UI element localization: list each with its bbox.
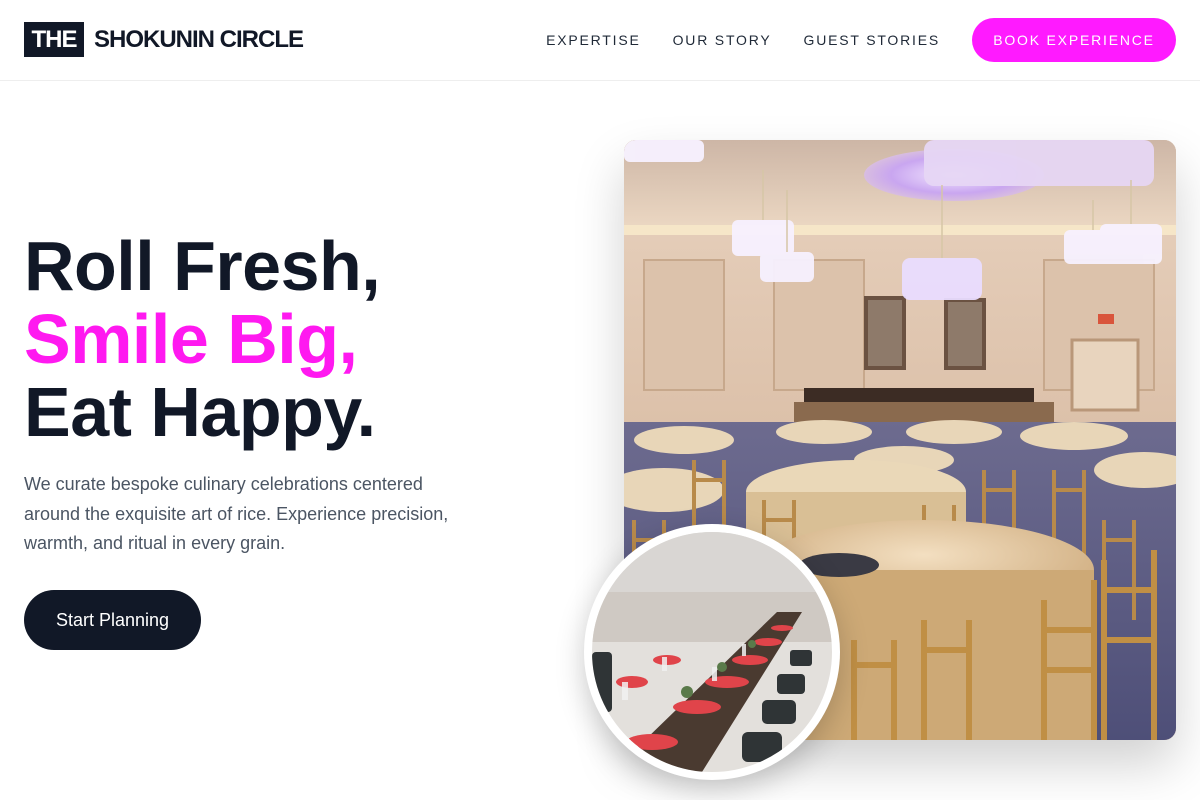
- headline-line-3: Eat Happy.: [24, 373, 376, 451]
- start-planning-button[interactable]: Start Planning: [24, 590, 201, 650]
- hero-headline: Roll Fresh, Smile Big, Eat Happy.: [24, 227, 381, 451]
- brand-logo[interactable]: THE SHOKUNIN CIRCLE: [24, 22, 304, 57]
- main-nav: EXPERTISE OUR STORY GUEST STORIES BOOK E…: [546, 18, 1176, 62]
- nav-link-expertise[interactable]: EXPERTISE: [546, 32, 641, 48]
- headline-line-1: Roll Fresh,: [24, 227, 381, 305]
- headline-line-2: Smile Big,: [24, 300, 358, 378]
- nav-link-our-story[interactable]: OUR STORY: [673, 32, 772, 48]
- site-header: THE SHOKUNIN CIRCLE EXPERTISE OUR STORY …: [0, 0, 1200, 81]
- logo-mark: THE: [24, 22, 84, 57]
- hero-description: We curate bespoke culinary celebrations …: [24, 474, 449, 553]
- book-experience-button[interactable]: BOOK EXPERIENCE: [972, 18, 1176, 62]
- nav-link-guest-stories[interactable]: GUEST STORIES: [804, 32, 940, 48]
- beach-dinner-photo: [584, 524, 840, 780]
- brand-name: SHOKUNIN CIRCLE: [94, 25, 304, 53]
